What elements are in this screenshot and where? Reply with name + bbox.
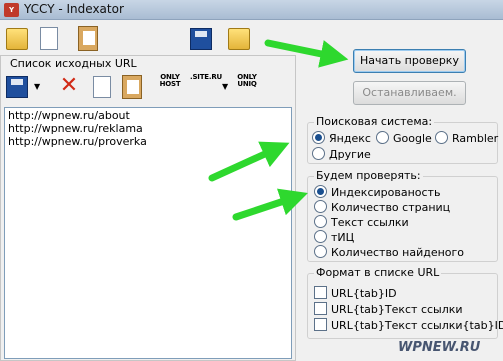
watermark-logo: WPNEW.RU: [398, 340, 481, 355]
arrow-to-start-button: [264, 39, 349, 68]
arrow-to-search-group: [208, 141, 290, 182]
arrow-to-check-group: [232, 188, 308, 221]
annotation-arrows: [208, 39, 349, 221]
